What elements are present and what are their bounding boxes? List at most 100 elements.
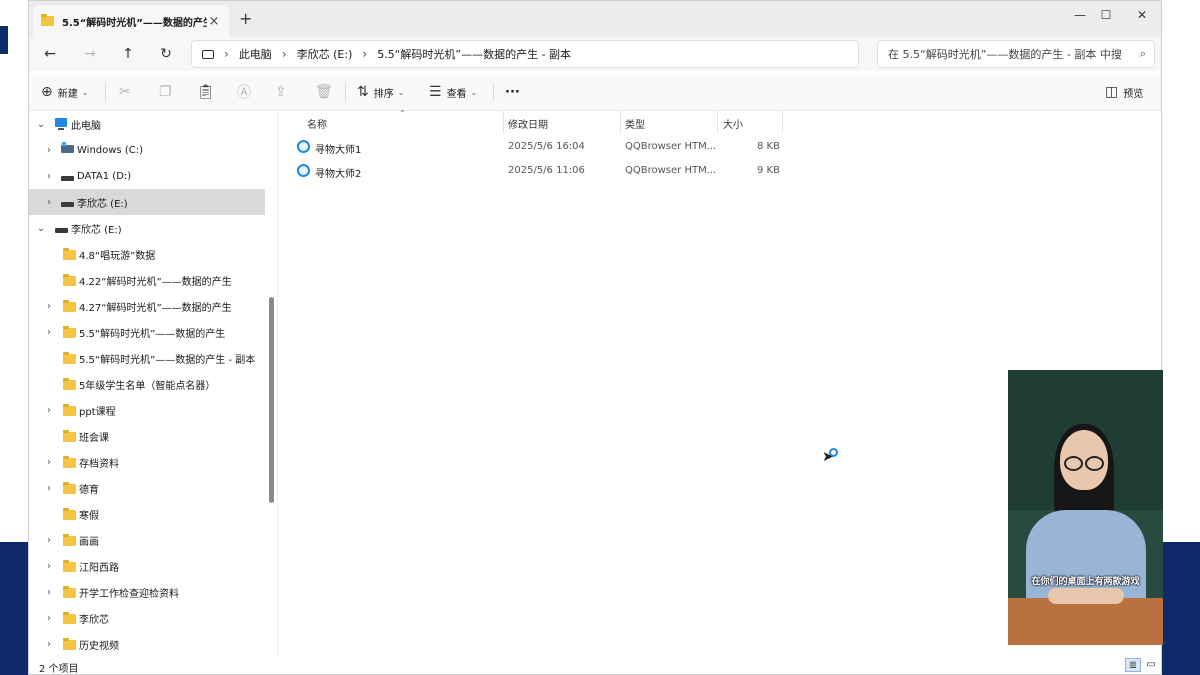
tree-label: 存档资料 (79, 458, 119, 470)
minimize-button[interactable]: — (1069, 7, 1091, 23)
more-label: ··· (505, 84, 520, 100)
tree-item-folder[interactable]: › 开学工作检查迎检资料 (29, 579, 265, 605)
tree-item-drive-e-root[interactable]: ⌄ 李欣芯 (E:) (29, 215, 265, 241)
chevron-right-icon[interactable]: › (43, 405, 55, 416)
refresh-button[interactable]: ↻ (155, 43, 177, 65)
chevron-down-icon[interactable]: ⌄ (35, 223, 47, 234)
tree-item-folder[interactable]: 4.22“解码时光机”——数据的产生 (29, 267, 265, 293)
breadcrumb-current-folder[interactable]: 5.5“解码时光机”——数据的产生 - 副本 (377, 46, 571, 62)
chevron-down-icon[interactable]: ⌄ (35, 119, 47, 130)
preview-pane-button[interactable]: ◫ 预览 (1105, 82, 1143, 102)
column-header-size[interactable]: 大小 (723, 116, 743, 131)
tree-item-folder[interactable]: 寒假 (29, 501, 265, 527)
paste-button[interactable]: 📋︎ (197, 82, 220, 102)
tab-current-folder[interactable]: 5.5“解码时光机”——数据的产生 × (33, 5, 229, 37)
folder-icon (63, 378, 76, 390)
sort-button[interactable]: ⇅ 排序 ⌄ (357, 82, 404, 102)
tree-label: 李欣芯 (E:) (77, 198, 128, 210)
chevron-right-icon[interactable]: › (43, 145, 55, 156)
tree-item-drive-e[interactable]: › 李欣芯 (E:) (29, 189, 265, 215)
more-options-button[interactable]: ··· (505, 82, 520, 102)
presenter-video-overlay: 在你们的桌面上有两款游戏 (1008, 370, 1163, 645)
new-tab-button[interactable]: + (239, 11, 252, 27)
details-view-button[interactable]: ≣ (1125, 658, 1141, 672)
share-button[interactable]: ⇪ (275, 82, 292, 102)
column-divider[interactable] (503, 111, 504, 133)
tiles-view-button[interactable]: ▭ (1143, 658, 1159, 672)
column-header-date[interactable]: 修改日期 (508, 116, 548, 131)
column-divider[interactable] (717, 111, 718, 133)
tree-item-folder[interactable]: 班会课 (29, 423, 265, 449)
search-icon: ⌕ (1139, 47, 1147, 60)
chevron-right-icon[interactable]: › (43, 197, 55, 208)
copy-button[interactable]: ❐ (159, 82, 177, 102)
chevron-right-icon[interactable]: › (43, 561, 55, 572)
file-row[interactable]: 寻物大师2 2025/5/6 11:06 QQBrowser HTM... 9 … (291, 161, 791, 183)
file-size: 8 KB (757, 141, 780, 152)
view-button[interactable]: ☰ 查看 ⌄ (429, 82, 477, 102)
close-tab-icon[interactable]: × (207, 14, 221, 29)
desk (1008, 598, 1163, 645)
breadcrumb-this-pc[interactable]: 此电脑 (239, 46, 272, 62)
chevron-right-icon[interactable]: › (43, 171, 55, 182)
tree-item-folder[interactable]: › 5.5“解码时光机”——数据的产生 (29, 319, 265, 345)
chevron-right-icon: › (362, 47, 368, 61)
column-divider[interactable] (620, 111, 621, 133)
file-list-header: 名称 ⌃ 修改日期 类型 大小 (279, 109, 1161, 133)
title-bar: 5.5“解码时光机”——数据的产生 × + — ☐ ✕ (29, 1, 1161, 37)
column-header-type[interactable]: 类型 (625, 116, 645, 131)
chevron-right-icon[interactable]: › (43, 639, 55, 650)
new-button[interactable]: ⊕ 新建 ⌄ (41, 82, 88, 102)
back-button[interactable]: ← (39, 43, 61, 65)
folder-icon (63, 586, 76, 598)
folder-icon (63, 534, 76, 546)
tree-item-folder[interactable]: › 存档资料 (29, 449, 265, 475)
chevron-right-icon[interactable]: › (43, 483, 55, 494)
column-divider[interactable] (782, 111, 783, 133)
tree-item-this-pc[interactable]: ⌄ 此电脑 (29, 111, 265, 137)
tree-item-folder-current[interactable]: 5.5“解码时光机”——数据的产生 - 副本 (29, 345, 265, 371)
maximize-button[interactable]: ☐ (1095, 7, 1117, 23)
tree-item-drive-d[interactable]: › DATA1 (D:) (29, 163, 265, 189)
forward-button[interactable]: → (79, 43, 101, 65)
up-button[interactable]: ↑ (117, 43, 139, 65)
tree-item-folder[interactable]: › 德育 (29, 475, 265, 501)
tree-item-folder[interactable]: › 李欣芯 (29, 605, 265, 631)
delete-button[interactable]: 🗑︎ (315, 82, 338, 102)
file-row[interactable]: 寻物大师1 2025/5/6 16:04 QQBrowser HTM... 8 … (291, 137, 791, 159)
close-window-button[interactable]: ✕ (1131, 7, 1153, 23)
tree-item-folder[interactable]: › 历史视频 (29, 631, 265, 656)
drive-icon (55, 228, 68, 233)
tree-label: ppt课程 (79, 406, 116, 418)
presenter-hands (1048, 588, 1124, 604)
chevron-right-icon[interactable]: › (43, 301, 55, 312)
chevron-right-icon[interactable]: › (43, 327, 55, 338)
search-input[interactable]: 在 5.5“解码时光机”——数据的产生 - 副本 中搜 ⌕ (877, 40, 1155, 68)
chevron-down-icon: ⌄ (397, 87, 405, 97)
breadcrumb-drive-e[interactable]: 李欣芯 (E:) (297, 46, 353, 62)
sort-icon: ⇅ (357, 84, 369, 100)
chevron-right-icon[interactable]: › (43, 535, 55, 546)
chevron-right-icon[interactable]: › (43, 457, 55, 468)
chevron-right-icon[interactable]: › (43, 613, 55, 624)
tree-label: 寒假 (79, 510, 99, 522)
toolbar-divider (493, 83, 494, 101)
tree-item-folder[interactable]: › 画画 (29, 527, 265, 553)
tree-item-folder[interactable]: 5年级学生名单（智能点名器） (29, 371, 265, 397)
pane-divider[interactable] (277, 111, 278, 656)
trash-icon: 🗑︎ (315, 84, 333, 100)
sidebar-scrollbar[interactable] (269, 297, 274, 503)
chevron-right-icon[interactable]: › (43, 587, 55, 598)
tree-item-folder[interactable]: › ppt课程 (29, 397, 265, 423)
tree-item-drive-c[interactable]: › Windows (C:) (29, 137, 265, 163)
tree-item-folder[interactable]: › 江阳西路 (29, 553, 265, 579)
tree-item-folder[interactable]: › 4.27“解码时光机”——数据的产生 (29, 293, 265, 319)
tree-label: Windows (C:) (77, 144, 143, 156)
tree-item-folder[interactable]: 4.8“唱玩游”数据 (29, 241, 265, 267)
column-header-name[interactable]: 名称 (307, 116, 327, 131)
address-bar[interactable]: › 此电脑 › 李欣芯 (E:) › 5.5“解码时光机”——数据的产生 - 副… (191, 40, 859, 68)
rename-button[interactable]: Ⓐ (237, 82, 256, 102)
cut-button[interactable]: ✂ (119, 82, 136, 102)
drive-icon (61, 202, 74, 207)
folder-icon (63, 638, 76, 650)
